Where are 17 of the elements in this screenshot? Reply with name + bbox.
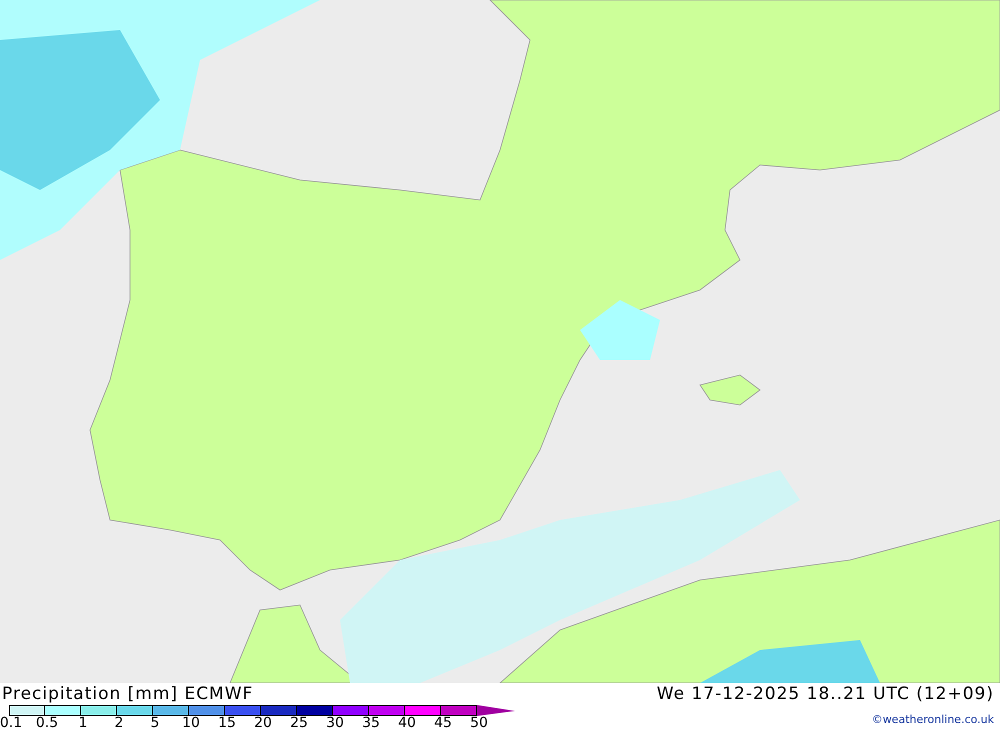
- scale-label: 30: [325, 716, 345, 731]
- credit-link[interactable]: ©weatheronline.co.uk: [872, 712, 994, 728]
- scale-label: 0.5: [34, 716, 60, 731]
- scale-label: 40: [397, 716, 417, 731]
- scale-label: 15: [217, 716, 237, 731]
- scale-label: 2: [114, 716, 124, 731]
- scale-label: 5: [150, 716, 160, 731]
- scale-label: 20: [253, 716, 273, 731]
- scale-label: 25: [289, 716, 309, 731]
- scale-label: 10: [181, 716, 201, 731]
- valid-time: We 17-12-2025 18..21 UTC (12+09): [656, 684, 994, 704]
- scale-label: 0.1: [0, 716, 24, 731]
- scale-label: 45: [433, 716, 453, 731]
- scale-label: 50: [469, 716, 489, 731]
- scale-label: 1: [78, 716, 88, 731]
- scale-label: 35: [361, 716, 381, 731]
- legend-title: Precipitation [mm] ECMWF: [2, 684, 254, 704]
